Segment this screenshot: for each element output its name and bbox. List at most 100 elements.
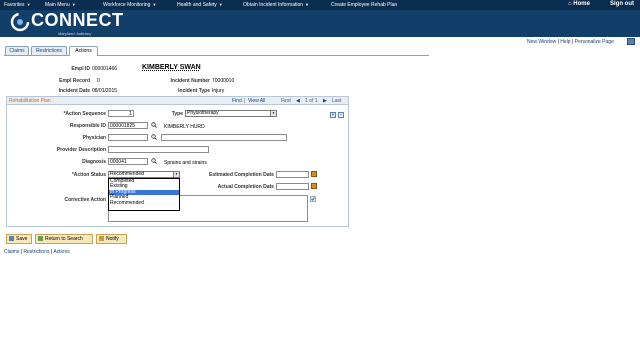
- notify-button[interactable]: Notify: [96, 234, 127, 244]
- search-icon[interactable]: [151, 158, 157, 164]
- return-icon: [38, 236, 43, 242]
- responsible-name: KIMBERLY HURD: [164, 124, 205, 130]
- empl-id-value: 000001466: [92, 66, 118, 72]
- chevron-down-icon: ▼: [173, 172, 179, 177]
- next-arrow-icon[interactable]: ▶: [323, 98, 327, 104]
- menu-favorites-label: Favorites: [4, 2, 25, 8]
- return-to-search-button[interactable]: Return to Search: [35, 234, 93, 244]
- responsible-id-input[interactable]: [108, 122, 148, 129]
- save-icon: [9, 236, 14, 242]
- est-completion-input[interactable]: [276, 171, 309, 178]
- chevron-down-icon: ▼: [305, 2, 310, 7]
- chevron-down-icon: ▼: [270, 111, 276, 116]
- diagnosis-label: Diagnosis: [82, 159, 106, 165]
- link-separator: |: [557, 39, 559, 45]
- tab-restrictions[interactable]: Restrictions: [31, 46, 67, 55]
- physician-input[interactable]: [108, 134, 148, 141]
- home-icon: ⌂: [568, 1, 572, 7]
- calendar-icon[interactable]: [311, 183, 317, 189]
- prev-arrow-icon[interactable]: ◀: [296, 98, 300, 104]
- breadcrumb-current: Create Employee Rehab Plan: [331, 2, 398, 8]
- search-icon[interactable]: [151, 134, 157, 140]
- menu-obtain-incident[interactable]: Obtain Incident Information ▼: [243, 2, 309, 8]
- menu-health-safety[interactable]: Health and Safety ▼: [177, 2, 223, 8]
- diagnosis-input[interactable]: [108, 158, 148, 165]
- incident-number-value: 70000010: [212, 78, 235, 84]
- personalize-link[interactable]: Personalize Page: [575, 39, 614, 45]
- act-completion-input[interactable]: [276, 183, 309, 190]
- action-status-label: *Action Status: [71, 172, 106, 178]
- incident-date-label: Incident Date: [58, 88, 90, 94]
- footer-link-claims[interactable]: Claims: [4, 249, 19, 255]
- search-icon[interactable]: [151, 122, 157, 128]
- save-label: Save: [16, 236, 28, 242]
- chevron-down-icon: ▼: [26, 2, 31, 7]
- rehab-plan-title: Rehabilitation Plan: [9, 98, 51, 104]
- footer-link-actions[interactable]: Actions: [53, 249, 69, 255]
- menu-health-label: Health and Safety: [177, 2, 217, 8]
- notify-icon: [99, 236, 104, 242]
- provider-description-input[interactable]: [108, 146, 209, 153]
- corrective-action-label: Corrective Action: [64, 197, 107, 203]
- menu-workforce-monitoring[interactable]: Workforce Monitoring ▼: [103, 2, 156, 8]
- tab-divider: [4, 55, 429, 56]
- footer-links: Claims | Restrictions | Actions: [4, 249, 70, 255]
- type-select[interactable]: Physiotherapy ▼: [185, 110, 277, 117]
- status-option-recommended[interactable]: Recommended: [109, 200, 179, 206]
- return-label: Return to Search: [45, 236, 83, 242]
- spellcheck-icon[interactable]: [310, 196, 316, 202]
- brand-subtitle: Maryland Judiciary: [58, 31, 92, 36]
- menu-main[interactable]: Main Menu ▼: [45, 2, 76, 8]
- connect-logo-icon: [10, 12, 30, 32]
- diagnosis-description: Sprains and strains: [164, 160, 207, 166]
- brand-name: CONNECT: [31, 10, 124, 30]
- new-window-link[interactable]: New Window: [527, 39, 556, 45]
- tab-claims[interactable]: Claims: [5, 46, 29, 55]
- menu-favorites[interactable]: Favorites ▼: [4, 2, 31, 8]
- action-sequence-label: *Action Sequence: [63, 111, 106, 117]
- link-separator: |: [50, 249, 53, 255]
- menu-workforce-label: Workforce Monitoring: [103, 2, 151, 8]
- link-separator: |: [571, 39, 574, 45]
- calendar-icon[interactable]: [311, 171, 317, 177]
- est-completion-label: Estimated Completion Date: [208, 172, 274, 178]
- incident-date-value: 08/01/2015: [92, 88, 118, 94]
- action-status-value: Recommended: [110, 171, 144, 177]
- home-link[interactable]: ⌂ Home: [568, 1, 590, 7]
- action-sequence-input[interactable]: [108, 110, 134, 117]
- action-status-select[interactable]: Recommended ▼: [108, 171, 180, 178]
- chevron-down-icon: ▼: [71, 2, 76, 7]
- view-all-link[interactable]: View All: [248, 98, 265, 104]
- last-label: Last: [332, 98, 342, 104]
- help-link[interactable]: Help: [560, 39, 570, 45]
- signout-link[interactable]: Sign out: [610, 1, 634, 7]
- incident-type-value: Injury: [212, 88, 225, 94]
- physician-label: Physician: [82, 135, 106, 141]
- first-label: First: [281, 98, 291, 104]
- menu-obtain-label: Obtain Incident Information: [243, 2, 304, 8]
- incident-number-label: Incident Number: [170, 78, 210, 84]
- employee-name: KIMBERLY SWAN: [142, 64, 201, 71]
- provider-description-label: Provider Description: [56, 147, 106, 153]
- save-button[interactable]: Save: [6, 234, 32, 244]
- incident-type-label: Incident Type: [178, 88, 210, 94]
- empl-id-label: Empl ID: [71, 66, 90, 72]
- link-separator: |: [20, 249, 22, 255]
- footer-link-restrictions[interactable]: Restrictions: [23, 249, 49, 255]
- type-select-value: Physiotherapy: [187, 110, 219, 116]
- add-row-icon[interactable]: +: [330, 112, 336, 118]
- top-nav-bar: Favorites ▼ Main Menu ▼ Workforce Monitori…: [0, 0, 640, 10]
- chevron-down-icon: ▼: [152, 2, 157, 7]
- empl-record-value: 0: [97, 78, 100, 84]
- tab-actions[interactable]: Actions: [69, 46, 98, 56]
- toplinks: New Window | Help | Personalize Page: [527, 39, 614, 45]
- delete-row-icon[interactable]: −: [338, 112, 344, 118]
- menu-main-label: Main Menu: [45, 2, 70, 8]
- page-settings-icon[interactable]: [627, 38, 635, 45]
- find-link[interactable]: Find: [232, 98, 242, 104]
- chevron-down-icon: ▼: [218, 2, 223, 7]
- home-label: Home: [573, 1, 590, 7]
- type-label: Type: [171, 111, 183, 117]
- empl-record-label: Empl Record: [59, 78, 90, 84]
- notify-label: Notify: [106, 236, 119, 242]
